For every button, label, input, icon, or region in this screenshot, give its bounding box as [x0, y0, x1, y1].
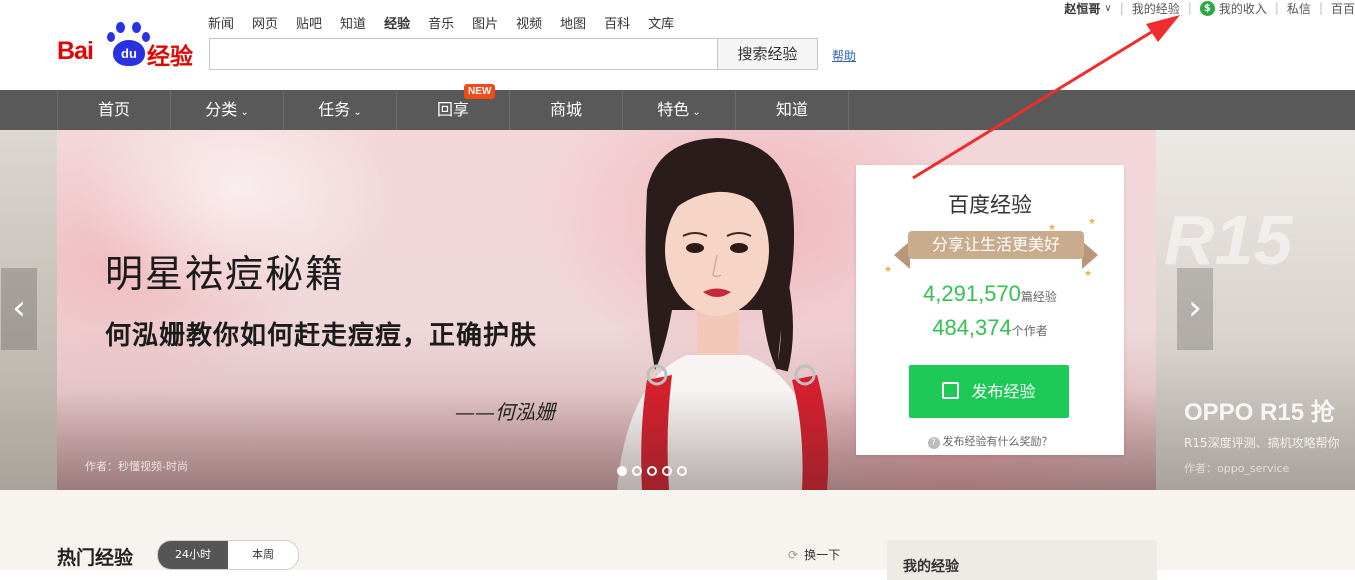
product-nav-web[interactable]: 网页: [252, 13, 278, 32]
product-nav: 新闻 网页 贴吧 知道 经验 音乐 图片 视频 地图 百科 文库: [208, 13, 692, 32]
help-link[interactable]: 帮助: [832, 47, 856, 64]
search-input[interactable]: [210, 39, 717, 69]
site-header: Bai du 经验 新闻 网页 贴吧 知道 经验 音乐 图片 视频 地图 百科 …: [0, 0, 1355, 90]
product-nav-images[interactable]: 图片: [472, 13, 498, 32]
dollar-coin-icon: $: [1199, 0, 1215, 16]
new-badge: NEW: [464, 84, 496, 99]
logo-text-du: du: [121, 46, 137, 61]
nav-category[interactable]: 分类 ⌄: [170, 90, 283, 130]
nav-zhidao[interactable]: 知道: [735, 90, 849, 130]
product-nav-baike[interactable]: 百科: [604, 13, 630, 32]
nav-tasks[interactable]: 任务 ⌄: [283, 90, 396, 130]
carousel-dot[interactable]: [617, 466, 627, 476]
publish-button-label: 发布经验: [971, 382, 1036, 401]
articles-count: 4,291,570: [923, 281, 1021, 306]
next-slide-title: OPPO R15 抢: [1184, 399, 1335, 426]
authors-stat: 484,374个作者: [856, 315, 1124, 341]
nav-mall[interactable]: 商城: [509, 90, 622, 130]
nav-zhidao-label: 知道: [775, 100, 808, 119]
nav-home-label: 首页: [97, 100, 130, 119]
banner-author: 作者：秒懂视频-时尚: [85, 460, 188, 473]
carousel-dot[interactable]: [677, 466, 687, 476]
product-nav-news[interactable]: 新闻: [208, 13, 234, 32]
refresh-label: 换一下: [804, 548, 841, 562]
chevron-down-icon[interactable]: ∨: [1104, 3, 1111, 14]
nav-home[interactable]: 首页: [57, 90, 170, 130]
banner-carousel: R15 OPPO R15 抢 R15深度评测、搞机攻略帮你 作者：oppo_se…: [0, 130, 1355, 490]
baidu-link[interactable]: 百百: [1331, 0, 1355, 17]
chevron-down-icon: ⌄: [692, 107, 701, 118]
product-nav-wenku[interactable]: 文库: [648, 13, 674, 32]
refresh-button[interactable]: ⟳ 换一下: [788, 546, 840, 563]
edit-icon: [942, 382, 960, 399]
star-icon: ★: [884, 265, 893, 275]
star-icon: ★: [1084, 269, 1093, 279]
messages-link[interactable]: 私信: [1287, 0, 1311, 17]
slogan-ribbon: 分享让生活更美好: [894, 227, 1098, 269]
logo-text-jingyan: 经验: [147, 44, 193, 70]
question-icon: ?: [927, 437, 940, 449]
main-nav: 首页 分类 ⌄ 任务 ⌄ 回享 商城 特色 ⌄ 知道: [0, 90, 1355, 130]
product-nav-music[interactable]: 音乐: [428, 13, 454, 32]
nav-tasks-label: 任务: [318, 100, 351, 119]
product-nav-zhidao[interactable]: 知道: [340, 13, 366, 32]
refresh-icon: ⟳: [788, 548, 799, 562]
articles-stat: 4,291,570篇经验: [856, 281, 1124, 307]
reward-link-label: 发布经验有什么奖励？: [942, 435, 1053, 448]
search-box: [209, 38, 717, 70]
product-nav-jingyan[interactable]: 经验: [384, 13, 410, 32]
user-bar: 赵恒哥 ∨ | 我的经验 | $ 我的收入 | 私信 | 百百: [1064, 0, 1355, 16]
nav-featured-label: 特色: [657, 100, 690, 119]
carousel-dot[interactable]: [662, 466, 672, 476]
carousel-dot[interactable]: [632, 466, 642, 476]
my-experience-box-title: 我的经验: [903, 559, 959, 575]
username-menu[interactable]: 赵恒哥: [1064, 0, 1100, 17]
star-icon: ★: [1088, 217, 1097, 227]
publish-experience-button[interactable]: 发布经验: [909, 365, 1069, 418]
nav-mall-label: 商城: [549, 100, 582, 119]
my-experience-link[interactable]: 我的经验: [1132, 0, 1180, 17]
product-nav-tieba[interactable]: 贴吧: [296, 13, 322, 32]
banner-headline: 明星祛痘秘籍: [105, 252, 346, 296]
nav-featured[interactable]: 特色 ⌄: [622, 90, 735, 130]
articles-unit: 篇经验: [1020, 290, 1057, 304]
next-slide-subtitle: R15深度评测、搞机攻略帮你: [1184, 436, 1340, 450]
logo-text-bai: Bai: [57, 37, 94, 65]
hot-experience-title: 热门经验: [57, 547, 134, 569]
chevron-down-icon: ⌄: [353, 107, 362, 118]
divider: |: [1318, 1, 1323, 15]
my-income-link[interactable]: 我的收入: [1219, 0, 1267, 17]
baidu-jingyan-logo[interactable]: Bai du 经验: [57, 22, 197, 70]
chevron-down-icon: ⌄: [240, 107, 249, 118]
divider: |: [1187, 1, 1192, 15]
slogan-text: 分享让生活更美好: [908, 231, 1084, 259]
nav-huixiang-label: 回享: [436, 100, 469, 119]
carousel-dot[interactable]: [647, 466, 657, 476]
reward-link[interactable]: ? 发布经验有什么奖励？: [856, 433, 1124, 449]
baidu-paw-icon: du: [107, 22, 151, 68]
star-icon: ★: [1048, 223, 1057, 233]
product-nav-map[interactable]: 地图: [560, 13, 586, 32]
banner-signature: ——何泓姗: [455, 400, 555, 424]
stats-card-title: 百度经验: [948, 193, 1032, 217]
next-slide-author: 作者：oppo_service: [1184, 462, 1290, 475]
carousel-dots: [617, 466, 687, 476]
authors-unit: 个作者: [1011, 324, 1048, 338]
nav-category-label: 分类: [205, 100, 238, 119]
carousel-next-button[interactable]: ›: [1177, 268, 1213, 350]
authors-count: 484,374: [932, 315, 1012, 340]
divider: |: [1119, 1, 1124, 15]
tab-24h[interactable]: 24小时: [158, 541, 228, 569]
lower-section: 热门经验 24小时 本周 ⟳ 换一下 我的经验: [0, 490, 1355, 580]
divider: |: [1274, 1, 1279, 15]
carousel-prev-button[interactable]: ‹: [1, 268, 37, 350]
product-nav-video[interactable]: 视频: [516, 13, 542, 32]
my-experience-box: 我的经验: [887, 540, 1157, 580]
stats-card: 百度经验 分享让生活更美好 ★ ★ ★ ★ 4,291,570篇经验 484,3…: [856, 165, 1124, 455]
time-range-toggle: 24小时 本周: [157, 540, 299, 570]
search-button[interactable]: 搜索经验: [717, 38, 818, 70]
banner-subline: 何泓姗教你如何赶走痘痘，正确护肤: [105, 321, 538, 351]
tab-week[interactable]: 本周: [228, 541, 298, 569]
